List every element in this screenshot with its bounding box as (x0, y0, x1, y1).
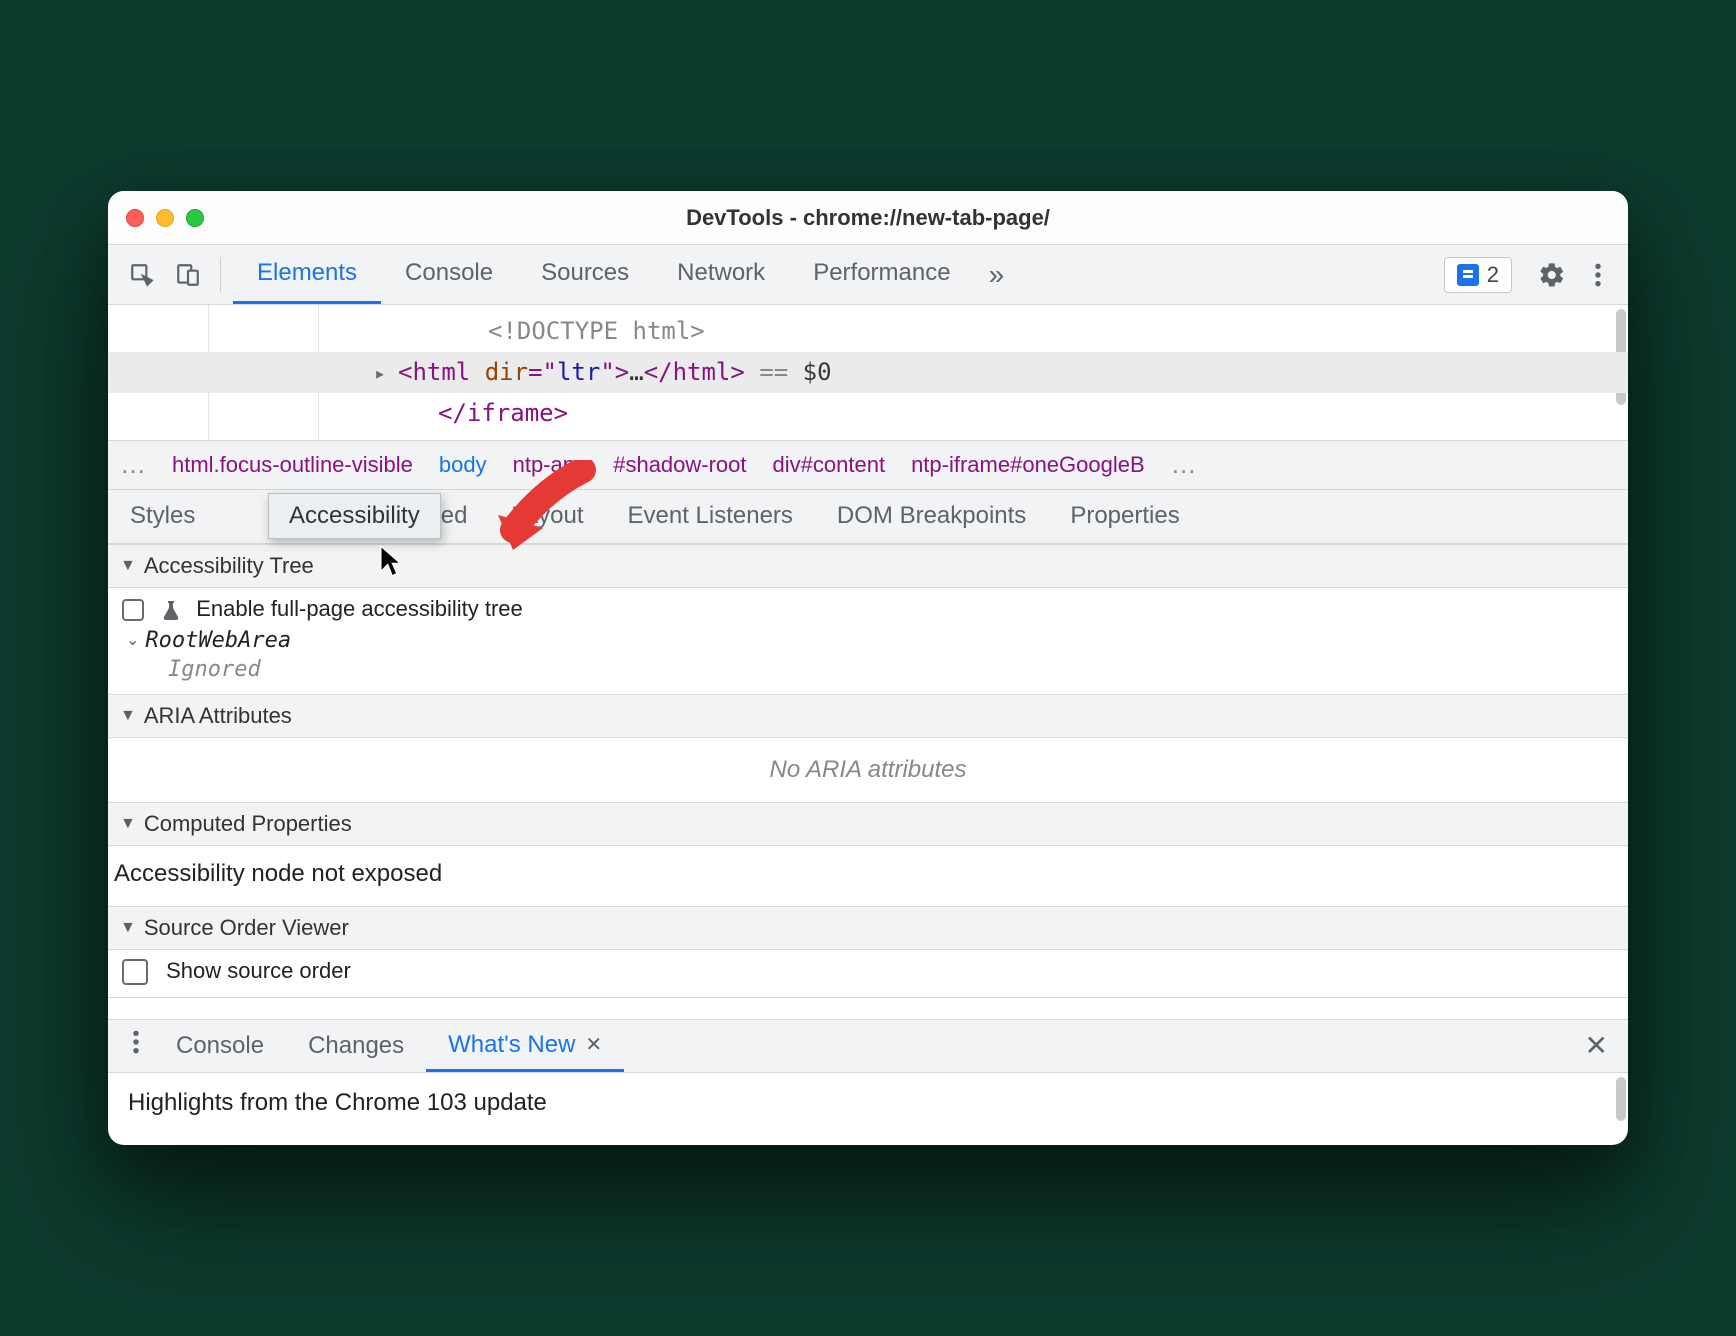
breadcrumb-item[interactable]: div#content (773, 452, 886, 478)
section-accessibility-tree[interactable]: ▼ Accessibility Tree (108, 544, 1628, 588)
settings-icon[interactable] (1532, 255, 1572, 295)
enable-fullpage-label: Enable full-page accessibility tree (196, 596, 523, 621)
titlebar: DevTools - chrome://new-tab-page/ (108, 191, 1628, 245)
tab-elements[interactable]: Elements (233, 245, 381, 304)
enable-fullpage-a11y-row[interactable]: Enable full-page accessibility tree (122, 596, 1614, 622)
tab-dom-breakpoints[interactable]: DOM Breakpoints (815, 490, 1048, 543)
drawer-tabs: Console Changes What's New ✕ ✕ (108, 1019, 1628, 1073)
breadcrumb-item[interactable]: body (439, 452, 487, 478)
tab-network[interactable]: Network (653, 245, 789, 304)
chevron-down-icon: ▼ (120, 707, 136, 725)
minimize-window-button[interactable] (156, 209, 174, 227)
tab-console[interactable]: Console (381, 245, 517, 304)
drawer-tab-changes[interactable]: Changes (286, 1020, 426, 1072)
tab-layout[interactable]: Layout (489, 490, 605, 543)
elements-side-tabs: Styles mputed Layout Event Listeners DOM… (108, 490, 1628, 544)
dom-code: <!DOCTYPE html> <html dir="ltr">…</html>… (108, 305, 1628, 439)
breadcrumb-item[interactable]: #shadow-root (613, 452, 746, 478)
dom-breadcrumb[interactable]: … html.focus-outline-visible body body n… (108, 440, 1628, 490)
zoom-window-button[interactable] (186, 209, 204, 227)
show-source-order-label: Show source order (166, 958, 351, 983)
section-title: Computed Properties (144, 811, 352, 837)
show-source-order-row[interactable]: Show source order (122, 958, 1614, 985)
a11y-tree-root[interactable]: ⌄ RootWebArea (122, 628, 1614, 653)
tab-properties[interactable]: Properties (1048, 490, 1201, 543)
section-aria-attributes[interactable]: ▼ ARIA Attributes (108, 694, 1628, 738)
aria-empty-message: No ARIA attributes (108, 738, 1628, 802)
accessibility-tree-body: Enable full-page accessibility tree ⌄ Ro… (108, 588, 1628, 694)
main-tabs: Elements Console Sources Network Perform… (233, 245, 1018, 304)
breadcrumb-overflow-left[interactable]: … (120, 449, 146, 480)
section-source-order[interactable]: ▼ Source Order Viewer (108, 906, 1628, 950)
tab-accessibility-dragging[interactable]: Accessibility (268, 493, 441, 539)
window-title: DevTools - chrome://new-tab-page/ (108, 205, 1628, 231)
issues-icon (1457, 264, 1479, 286)
drawer-tab-console[interactable]: Console (154, 1020, 286, 1072)
source-order-body: Show source order (108, 950, 1628, 997)
checkbox-icon[interactable] (122, 959, 148, 985)
checkbox-icon[interactable] (122, 599, 144, 621)
chevron-down-icon: ⌄ (126, 630, 139, 650)
chevron-down-icon: ▼ (120, 557, 136, 575)
scrollbar[interactable] (1616, 1077, 1626, 1121)
breadcrumb-item[interactable]: html.focus-outline-visible (172, 452, 413, 478)
tab-sources[interactable]: Sources (517, 245, 653, 304)
tab-event-listeners[interactable]: Event Listeners (605, 490, 814, 543)
tab-performance[interactable]: Performance (789, 245, 974, 304)
device-toolbar-icon[interactable] (168, 255, 208, 295)
close-tab-icon[interactable]: ✕ (585, 1032, 602, 1057)
traffic-lights (126, 209, 204, 227)
drawer-kebab-icon[interactable] (118, 1029, 154, 1062)
breadcrumb-overflow-right[interactable]: … (1171, 449, 1197, 480)
breadcrumb-item[interactable]: ntp-app (513, 452, 588, 478)
chevron-down-icon: ▼ (120, 919, 136, 937)
breadcrumb-item[interactable]: ntp-iframe#oneGoogleB (911, 452, 1145, 478)
section-computed-properties[interactable]: ▼ Computed Properties (108, 802, 1628, 846)
issues-button[interactable]: 2 (1444, 257, 1512, 293)
issues-count: 2 (1487, 262, 1499, 288)
experiment-flask-icon (162, 599, 180, 621)
computed-not-exposed: Accessibility node not exposed (108, 846, 1628, 906)
elements-dom-tree[interactable]: ••• <!DOCTYPE html> <html dir="ltr">…</h… (108, 305, 1628, 439)
section-title: Source Order Viewer (144, 915, 349, 941)
cursor-icon (378, 544, 402, 578)
section-title: Accessibility Tree (144, 553, 314, 579)
kebab-menu-icon[interactable] (1578, 255, 1618, 295)
tab-styles[interactable]: Styles (108, 490, 217, 543)
dom-selected-node[interactable]: <html dir="ltr">…</html> == $0 (108, 352, 1628, 393)
devtools-window: DevTools - chrome://new-tab-page/ Elemen… (108, 191, 1628, 1145)
dom-iframe-close: </iframe> (438, 399, 568, 427)
dom-doctype: <!DOCTYPE html> (488, 317, 705, 345)
inspect-element-icon[interactable] (122, 255, 162, 295)
a11y-tree-ignored[interactable]: Ignored (122, 657, 1614, 682)
drawer-tab-whatsnew[interactable]: What's New ✕ (426, 1020, 624, 1072)
whatsnew-headline: Highlights from the Chrome 103 update (128, 1089, 547, 1116)
separator (220, 257, 221, 293)
chevron-down-icon: ▼ (120, 815, 136, 833)
a11y-root-label: RootWebArea (145, 628, 291, 653)
more-tabs-icon[interactable]: » (975, 245, 1019, 304)
close-window-button[interactable] (126, 209, 144, 227)
close-drawer-icon[interactable]: ✕ (1565, 1029, 1628, 1062)
main-toolbar: Elements Console Sources Network Perform… (108, 245, 1628, 305)
drawer-body: Highlights from the Chrome 103 update (108, 1073, 1628, 1145)
section-title: ARIA Attributes (144, 703, 292, 729)
